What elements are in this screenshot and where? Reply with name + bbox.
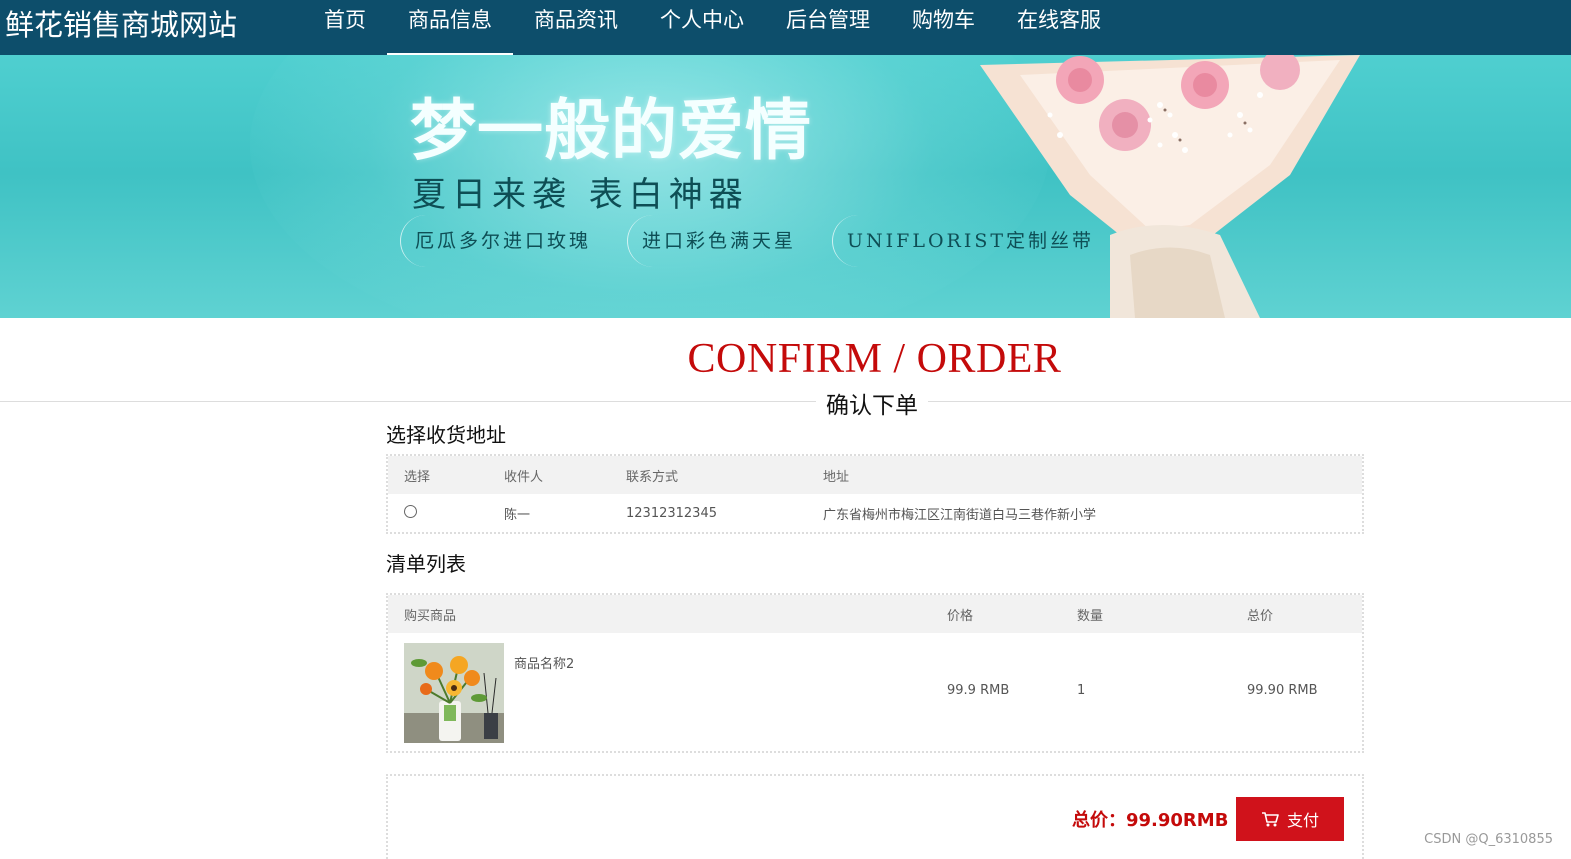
recipient-address: 广东省梅州市梅江区江南街道白马三巷作新小学 bbox=[823, 507, 1097, 523]
col-total: 总价 bbox=[1247, 608, 1274, 624]
product-thumbnail[interactable] bbox=[404, 643, 504, 743]
order-total: 总价：99.90RMB bbox=[1072, 810, 1229, 831]
product-total: 99.90 RMB bbox=[1247, 683, 1318, 698]
page-title: CONFIRM / ORDER bbox=[687, 336, 1062, 382]
watermark: CSDN @Q_6310855 bbox=[1424, 832, 1553, 847]
banner-headline: 梦一般的爱情 bbox=[410, 91, 812, 169]
cart-table: 购买商品 价格 数量 总价 商品名称2 99.9 RMB 1 99.90 RMB bbox=[386, 593, 1364, 753]
nav-item-products[interactable]: 商品信息 bbox=[387, 0, 513, 55]
address-table: 选择 收件人 联系方式 地址 陈一 12312312345 广东省梅州市梅江区江… bbox=[386, 454, 1364, 534]
nav-item-home[interactable]: 首页 bbox=[303, 0, 387, 55]
product-qty: 1 bbox=[1077, 683, 1086, 698]
address-radio[interactable] bbox=[404, 504, 417, 518]
product-price: 99.9 RMB bbox=[947, 683, 1010, 698]
col-price: 价格 bbox=[947, 608, 974, 624]
recipient-phone: 12312312345 bbox=[626, 505, 717, 521]
product-cell: 商品名称2 bbox=[388, 643, 931, 743]
promo-banner[interactable]: 梦一般的爱情 夏日来袭 表白神器 厄瓜多尔进口玫瑰 进口彩色满天星 UNIFLO… bbox=[0, 55, 1571, 318]
recipient-name: 陈一 bbox=[504, 507, 531, 523]
col-product: 购买商品 bbox=[404, 608, 457, 624]
cart-table-header: 购买商品 价格 数量 总价 bbox=[388, 595, 1362, 633]
col-address: 地址 bbox=[823, 469, 850, 485]
nav-item-cart[interactable]: 购物车 bbox=[891, 0, 996, 55]
banner-tag: 进口彩色满天星 bbox=[627, 215, 810, 267]
main-nav: 首页 商品信息 商品资讯 个人中心 后台管理 购物车 在线客服 bbox=[303, 0, 1122, 55]
order-summary: 总价：99.90RMB 支付 bbox=[386, 774, 1364, 859]
table-row: 商品名称2 99.9 RMB 1 99.90 RMB bbox=[388, 633, 1362, 751]
banner-tag: 厄瓜多尔进口玫瑰 bbox=[400, 215, 605, 267]
product-name[interactable]: 商品名称2 bbox=[514, 643, 574, 743]
nav-item-admin[interactable]: 后台管理 bbox=[765, 0, 891, 55]
bouquet-illustration bbox=[980, 55, 1360, 318]
title-divider bbox=[0, 401, 1571, 402]
col-select: 选择 bbox=[404, 469, 431, 485]
col-recipient: 收件人 bbox=[504, 469, 544, 485]
cart-section-heading: 清单列表 bbox=[386, 552, 466, 576]
col-qty: 数量 bbox=[1077, 608, 1104, 624]
nav-item-news[interactable]: 商品资讯 bbox=[513, 0, 639, 55]
pay-button-label: 支付 bbox=[1286, 811, 1319, 830]
site-brand[interactable]: 鲜花销售商城网站 bbox=[5, 2, 237, 44]
cart-icon bbox=[1261, 812, 1279, 827]
col-phone: 联系方式 bbox=[626, 469, 679, 485]
address-select-cell bbox=[388, 504, 488, 522]
address-section-heading: 选择收货地址 bbox=[386, 423, 506, 447]
address-table-header: 选择 收件人 联系方式 地址 bbox=[388, 456, 1362, 494]
top-nav-bar: 鲜花销售商城网站 首页 商品信息 商品资讯 个人中心 后台管理 购物车 在线客服 bbox=[0, 0, 1571, 55]
nav-item-support[interactable]: 在线客服 bbox=[996, 0, 1122, 55]
page-subtitle: 确认下单 bbox=[816, 386, 928, 420]
banner-subheadline: 夏日来袭 表白神器 bbox=[412, 175, 749, 215]
pay-button[interactable]: 支付 bbox=[1236, 797, 1344, 841]
table-row[interactable]: 陈一 12312312345 广东省梅州市梅江区江南街道白马三巷作新小学 bbox=[388, 494, 1362, 532]
nav-item-profile[interactable]: 个人中心 bbox=[639, 0, 765, 55]
